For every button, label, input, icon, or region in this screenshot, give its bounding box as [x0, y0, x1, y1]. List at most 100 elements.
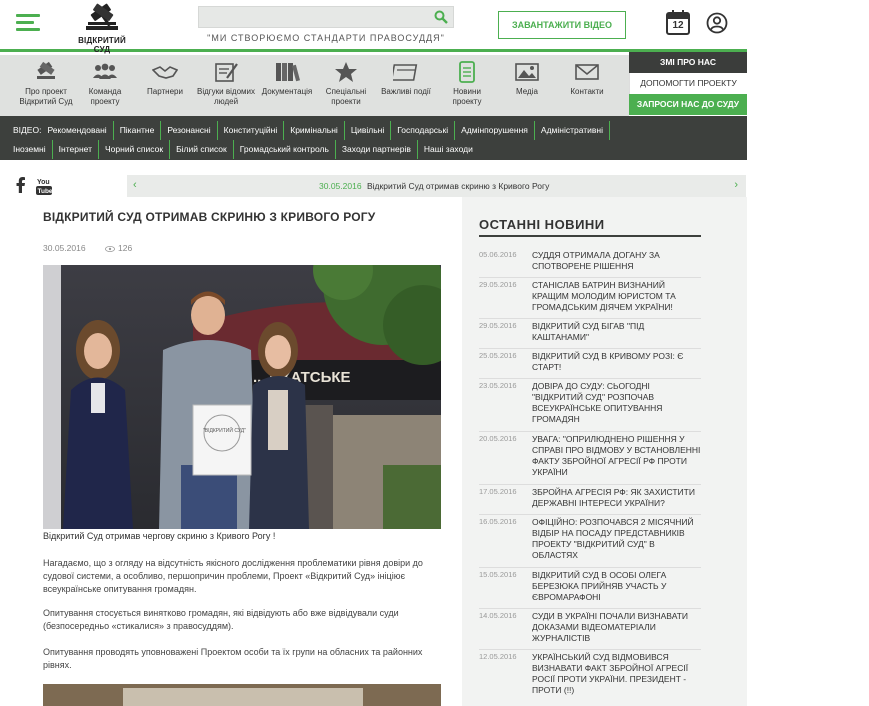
menu-icon[interactable] — [16, 14, 40, 32]
video-link[interactable]: Резонансні — [160, 121, 216, 140]
feedback-icon — [215, 63, 238, 82]
news-title[interactable]: Відкритий Суд бігав "Під каштанами" — [532, 321, 702, 343]
invite-to-court-link[interactable]: ЗАПРОСИ НАС ДО СУДУ — [629, 94, 747, 115]
facebook-icon[interactable] — [14, 177, 26, 193]
news-title[interactable]: Станіслав Батрин визнаний кращим молодим… — [532, 280, 702, 313]
cat-partners[interactable]: Партнери — [140, 55, 190, 116]
logo[interactable]: ВІДКРИТИЙ СУД — [70, 2, 134, 54]
article-photo: НЕ ... ОКАТСЬКЕ "ВІДКРИТИЙ СУД" — [43, 265, 441, 529]
ticker-next-icon[interactable]: › — [734, 179, 738, 191]
article: ВІДКРИТИЙ СУД ОТРИМАВ СКРИНЮ З КРИВОГО Р… — [43, 210, 441, 253]
page: ВІДКРИТИЙ СУД "МИ СТВОРЮЄМО СТАНДАРТИ ПР… — [0, 0, 747, 706]
article-photo-2 — [43, 684, 441, 706]
news-title[interactable]: Суддя отримала догану за спотворене ріше… — [532, 250, 702, 272]
image-icon — [515, 63, 539, 81]
news-title[interactable]: Суди в Україні почали визнавати доказами… — [532, 611, 702, 644]
video-link[interactable]: Адміністративні — [533, 121, 611, 140]
divider — [479, 318, 701, 319]
envelope-icon — [575, 64, 599, 80]
video-link[interactable]: Громадський контроль — [232, 140, 335, 159]
news-title[interactable]: Довіра до суду: Сьогодні "Відкритий суд"… — [532, 381, 702, 425]
news-date: 29.05.2016 — [479, 321, 517, 330]
news-title[interactable]: Відкритий суд в Кривому Розі: Є старт! — [532, 351, 702, 373]
video-link[interactable]: Білий список — [169, 140, 233, 159]
article-paragraph: Опитування стосується винятково громадян… — [43, 608, 399, 631]
news-date: 25.05.2016 — [479, 351, 517, 360]
cat-contacts[interactable]: Контакти — [562, 55, 612, 116]
gavel-logo-icon — [86, 3, 118, 30]
divider — [479, 514, 701, 515]
news-title[interactable]: УВАГА: "Оприлюднено рішення у справі про… — [532, 434, 702, 478]
article-meta: 30.05.2016 126 — [43, 243, 243, 253]
video-link[interactable]: Чорний список — [98, 140, 169, 159]
star-icon — [335, 62, 357, 82]
latest-news-title: ОСТАННІ НОВИНИ — [479, 217, 605, 232]
video-link[interactable]: Наші заходи — [416, 140, 479, 159]
user-icon[interactable] — [706, 12, 728, 34]
cat-label: Команда проекту — [88, 87, 122, 106]
news-title[interactable]: Український суд відмовився визнавати фак… — [532, 652, 702, 696]
video-nav-row-1: ВІДЕО: Рекомендовані Пікантне Резонансні Кон… — [13, 121, 739, 140]
media-about-us-link[interactable]: ЗМІ ПРО НАС — [629, 52, 747, 73]
news-date: 16.05.2016 — [479, 517, 517, 526]
article-title: ВІДКРИТИЙ СУД ОТРИМАВ СКРИНЮ З КРИВОГО Р… — [43, 210, 376, 224]
calendar-events-icon — [393, 64, 418, 81]
video-link[interactable]: Кримінальні — [283, 121, 344, 140]
cat-docs[interactable]: Документація — [259, 55, 315, 116]
upload-video-button[interactable]: ЗАВАНТАЖИТИ ВІДЕО — [498, 11, 626, 39]
box-label-text: "ВІДКРИТИЙ СУД" — [203, 426, 246, 434]
video-link[interactable]: Іноземні — [13, 140, 52, 159]
cat-events[interactable]: Важливі події — [380, 55, 432, 116]
video-link[interactable]: Пікантне — [112, 121, 161, 140]
news-title[interactable]: Збройна агресія РФ: як захистити державн… — [532, 487, 702, 509]
calendar-icon[interactable]: 12 — [666, 10, 690, 35]
help-project-link[interactable]: ДОПОМОГТИ ПРОЕКТУ — [629, 73, 747, 94]
handshake-icon — [152, 66, 178, 79]
gavel-icon — [37, 61, 55, 79]
cat-special[interactable]: Спеціальні проекти — [320, 55, 372, 116]
news-date: 05.06.2016 — [479, 250, 517, 259]
cat-label: Важливі події — [381, 87, 431, 96]
news-date: 20.05.2016 — [479, 434, 517, 443]
article-paragraph: Нагадаємо, що з огляду на відсутність як… — [43, 558, 423, 594]
document-icon — [459, 61, 475, 83]
video-link[interactable]: Адмінпорушення — [454, 121, 534, 140]
cat-media[interactable]: Медіа — [502, 55, 552, 116]
video-link[interactable]: Конституційні — [216, 121, 284, 140]
video-link[interactable]: Заходи партнерів — [334, 140, 417, 159]
video-nav: ВІДЕО: Рекомендовані Пікантне Резонансні Кон… — [0, 116, 747, 160]
cat-label: Новини проекту — [452, 87, 482, 106]
cat-label: Документація — [261, 87, 313, 96]
cat-label: Партнери — [147, 87, 183, 96]
ticker-text[interactable]: Відкритий Суд отримав скриню з Кривого Р… — [367, 181, 549, 191]
eye-icon — [105, 245, 115, 252]
news-date: 12.05.2016 — [479, 652, 517, 661]
search-box — [198, 6, 454, 28]
cat-about[interactable]: Про проект Відкритий Суд — [15, 55, 77, 116]
video-nav-label: ВІДЕО: — [13, 125, 42, 135]
search-input[interactable] — [199, 7, 429, 27]
youtube-icon[interactable]: You Tube — [36, 177, 52, 195]
news-date: 17.05.2016 — [479, 487, 517, 496]
news-title[interactable]: Офіційно: Розпочався 2 місячний відбір н… — [532, 517, 702, 561]
cat-label: Про проект Відкритий Суд — [19, 87, 73, 106]
article-date: 30.05.2016 — [43, 243, 86, 253]
latest-news-panel: ОСТАННІ НОВИНИ 05.06.2016 Суддя отримала… — [462, 197, 747, 706]
divider — [479, 484, 701, 485]
cat-news[interactable]: Новини проекту — [441, 55, 493, 116]
cat-label: Спеціальні проекти — [325, 87, 367, 106]
cat-team[interactable]: Команда проекту — [80, 55, 130, 116]
divider — [479, 378, 701, 379]
ticker-prev-icon[interactable]: ‹ — [133, 179, 137, 191]
video-link[interactable]: Господарські — [390, 121, 454, 140]
views-count: 126 — [118, 243, 133, 253]
video-link[interactable]: Інтернет — [51, 140, 98, 159]
news-title[interactable]: Відкритий суд в особі Олега Березюка при… — [532, 570, 702, 603]
search-icon[interactable] — [434, 10, 448, 24]
news-date: 23.05.2016 — [479, 381, 517, 390]
video-link[interactable]: Рекомендовані — [47, 121, 112, 140]
news-date: 14.05.2016 — [479, 611, 517, 620]
video-link[interactable]: Цивільні — [343, 121, 390, 140]
cat-feedback[interactable]: Відгуки відомих людей — [196, 55, 256, 116]
news-date: 15.05.2016 — [479, 570, 517, 579]
